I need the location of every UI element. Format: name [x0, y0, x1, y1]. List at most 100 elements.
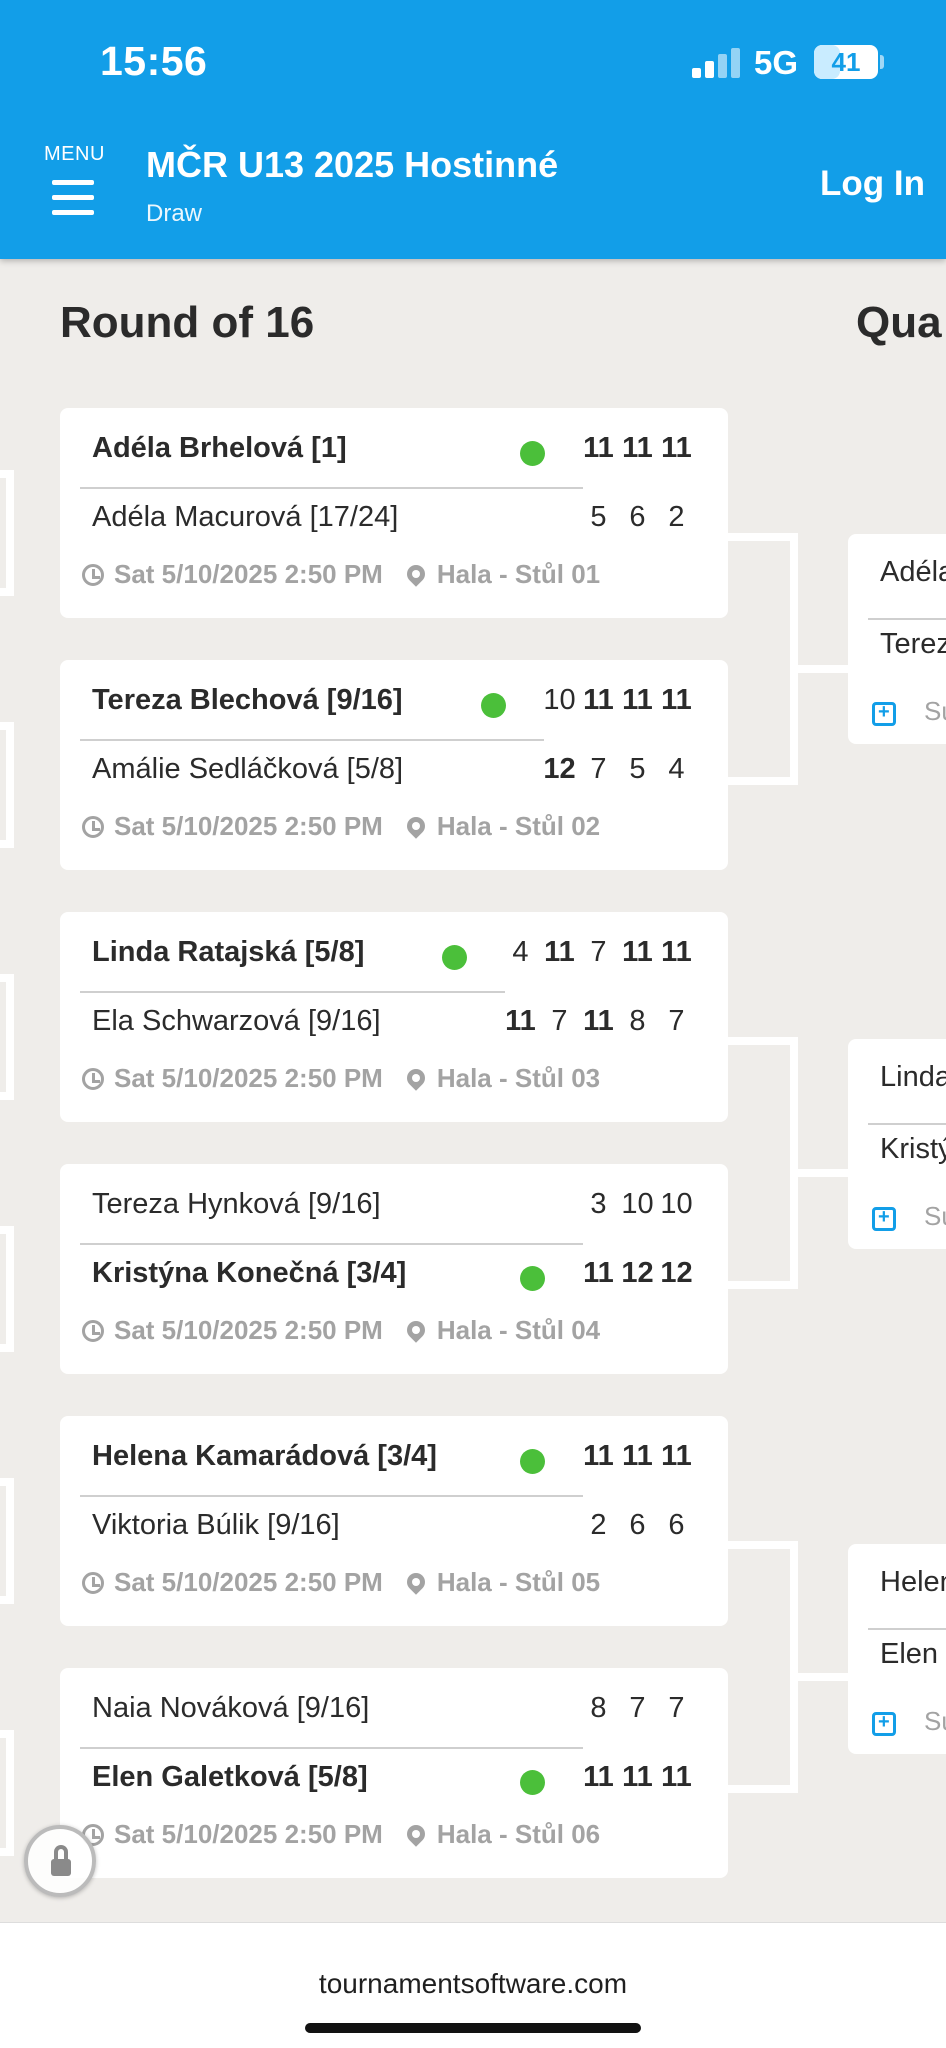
location-pin-icon	[403, 813, 429, 839]
set-score: 10	[660, 1188, 693, 1220]
set-score: 11	[583, 432, 614, 464]
set-score: 7	[668, 1692, 685, 1724]
set-score: 11	[661, 1440, 692, 1472]
match-court: Hala - Stůl 01	[436, 559, 601, 589]
player-row: Tereza Hynková [9/16] 3 10 10	[92, 1174, 696, 1236]
player-row: Adéla Macurová [17/24] 5 6 2	[92, 487, 696, 549]
player-name[interactable]: Elen Galetková [5/8]	[92, 1761, 368, 1794]
set-scores: 562	[579, 501, 696, 534]
battery-tip	[880, 55, 884, 69]
quarterfinal-card[interactable]: Linda Kristý Su	[848, 1039, 946, 1249]
set-scores: 11 11 11	[579, 1761, 696, 1794]
location-pin-icon	[403, 561, 429, 587]
row-divider	[80, 1747, 583, 1749]
match-time: Sat 5/10/2025 2:50 PM	[114, 559, 383, 589]
set-scores: 266	[579, 1509, 696, 1542]
row-divider	[868, 1123, 946, 1125]
quarterfinal-card[interactable]: Adéla Terez Su	[848, 534, 946, 744]
battery-percent: 41	[831, 47, 861, 77]
match-court: Hala - Stůl 06	[436, 1819, 601, 1849]
player-name[interactable]: Adéla Brhelová [1]	[92, 432, 347, 465]
player-name[interactable]: Kristýna Konečná [3/4]	[92, 1257, 406, 1290]
set-score: 11	[583, 1005, 614, 1037]
player-name[interactable]: Amálie Sedláčková [5/8]	[92, 753, 403, 786]
calendar-add-icon	[872, 701, 896, 726]
set-score: 11	[583, 1440, 614, 1472]
set-score: 11	[622, 1440, 653, 1472]
set-score: 7	[668, 1005, 685, 1037]
row-divider	[80, 739, 544, 741]
site-url[interactable]: tournamentsoftware.com	[0, 1968, 946, 2000]
match-card[interactable]: Adéla Brhelová [1] 11 11 11 Adéla Macurová […	[60, 408, 728, 618]
match-court: Hala - Stůl 03	[436, 1063, 601, 1093]
player-name[interactable]: Terez	[880, 628, 946, 661]
match-time: Su	[924, 1201, 946, 1231]
player-name[interactable]: Elen	[880, 1638, 938, 1671]
player-name[interactable]: Tereza Hynková [9/16]	[92, 1188, 381, 1221]
set-score: 11	[583, 1761, 614, 1793]
match-card[interactable]: Tereza Hynková [9/16] 3 10 10 Kristýna Koneč…	[60, 1164, 728, 1374]
set-score: 2	[590, 1509, 607, 1541]
winner-dot-icon	[520, 1770, 545, 1795]
location-pin-icon	[403, 1317, 429, 1343]
login-button[interactable]: Log In	[820, 164, 925, 204]
quarterfinal-card[interactable]: Helen Elen Su	[848, 1544, 946, 1754]
set-score: 11	[661, 684, 692, 716]
player-name[interactable]: Helen	[880, 1566, 946, 1599]
set-scores: 877	[579, 1692, 696, 1725]
match-card[interactable]: Naia Nováková [9/16] 8 7 7 Elen Galetková [5…	[60, 1668, 728, 1878]
set-score: 12	[543, 753, 576, 785]
set-score: 11	[622, 432, 653, 464]
set-scores: 4 11 7 11 11	[501, 936, 696, 969]
winner-dot-icon	[520, 1449, 545, 1474]
location-pin-icon	[403, 1065, 429, 1091]
clock-icon	[82, 1572, 104, 1594]
round-of-16-title: Round of 16	[60, 298, 315, 347]
match-card[interactable]: Linda Ratajská [5/8] 4 11 7 11 11 Ela Schwarzo…	[60, 912, 728, 1122]
match-time: Su	[924, 1706, 946, 1736]
player-name[interactable]: Naia Nováková [9/16]	[92, 1692, 369, 1725]
player-row: Linda Ratajská [5/8] 4 11 7 11 11	[92, 922, 696, 984]
quarterfinal-title: Qua	[856, 298, 942, 347]
set-score: 10	[543, 684, 576, 716]
clock-icon	[82, 816, 104, 838]
winner-dot-icon	[442, 945, 467, 970]
match-card[interactable]: Helena Kamarádová [3/4] 11 11 11 Viktoria Bú…	[60, 1416, 728, 1626]
row-divider	[80, 1243, 583, 1245]
set-score: 11	[544, 936, 575, 968]
hamburger-menu-icon[interactable]	[52, 180, 94, 216]
player-name[interactable]: Linda Ratajská [5/8]	[92, 936, 364, 969]
calendar-add-icon	[872, 1206, 896, 1231]
browser-footer: tournamentsoftware.com	[0, 1922, 946, 2048]
row-divider	[80, 487, 583, 489]
status-time: 15:56	[100, 38, 208, 84]
player-name[interactable]: Viktoria Búlik [9/16]	[92, 1509, 340, 1542]
set-score: 6	[668, 1509, 685, 1541]
player-name[interactable]: Kristý	[880, 1133, 946, 1166]
calendar-add-icon	[872, 1711, 896, 1736]
row-divider	[80, 991, 505, 993]
set-scores: 11 11 11	[579, 1440, 696, 1473]
player-name[interactable]: Adéla	[880, 556, 946, 589]
set-score: 7	[590, 936, 607, 968]
player-name[interactable]: Tereza Blechová [9/16]	[92, 684, 403, 717]
set-score: 10	[621, 1188, 654, 1220]
match-time: Sat 5/10/2025 2:50 PM	[114, 1315, 383, 1345]
set-score: 4	[512, 936, 529, 968]
set-score: 7	[590, 753, 607, 785]
player-name[interactable]: Linda	[880, 1061, 946, 1094]
set-score: 11	[583, 1257, 614, 1289]
player-name[interactable]: Adéla Macurová [17/24]	[92, 501, 398, 534]
lock-button[interactable]	[24, 1825, 96, 1897]
player-row: Viktoria Búlik [9/16] 2 6 6	[92, 1495, 696, 1557]
match-court: Hala - Stůl 04	[436, 1315, 601, 1345]
match-card[interactable]: Tereza Blechová [9/16] 10 11 11 11 Amálie Sed…	[60, 660, 728, 870]
set-scores: 10 11 11 11	[540, 684, 696, 717]
player-name[interactable]: Helena Kamarádová [3/4]	[92, 1440, 437, 1473]
match-time: Sat 5/10/2025 2:50 PM	[114, 811, 383, 841]
row-divider	[80, 1495, 583, 1497]
player-name[interactable]: Ela Schwarzová [9/16]	[92, 1005, 381, 1038]
set-score: 6	[629, 501, 646, 533]
match-court: Hala - Stůl 05	[436, 1567, 601, 1597]
set-score: 11	[661, 1761, 692, 1793]
